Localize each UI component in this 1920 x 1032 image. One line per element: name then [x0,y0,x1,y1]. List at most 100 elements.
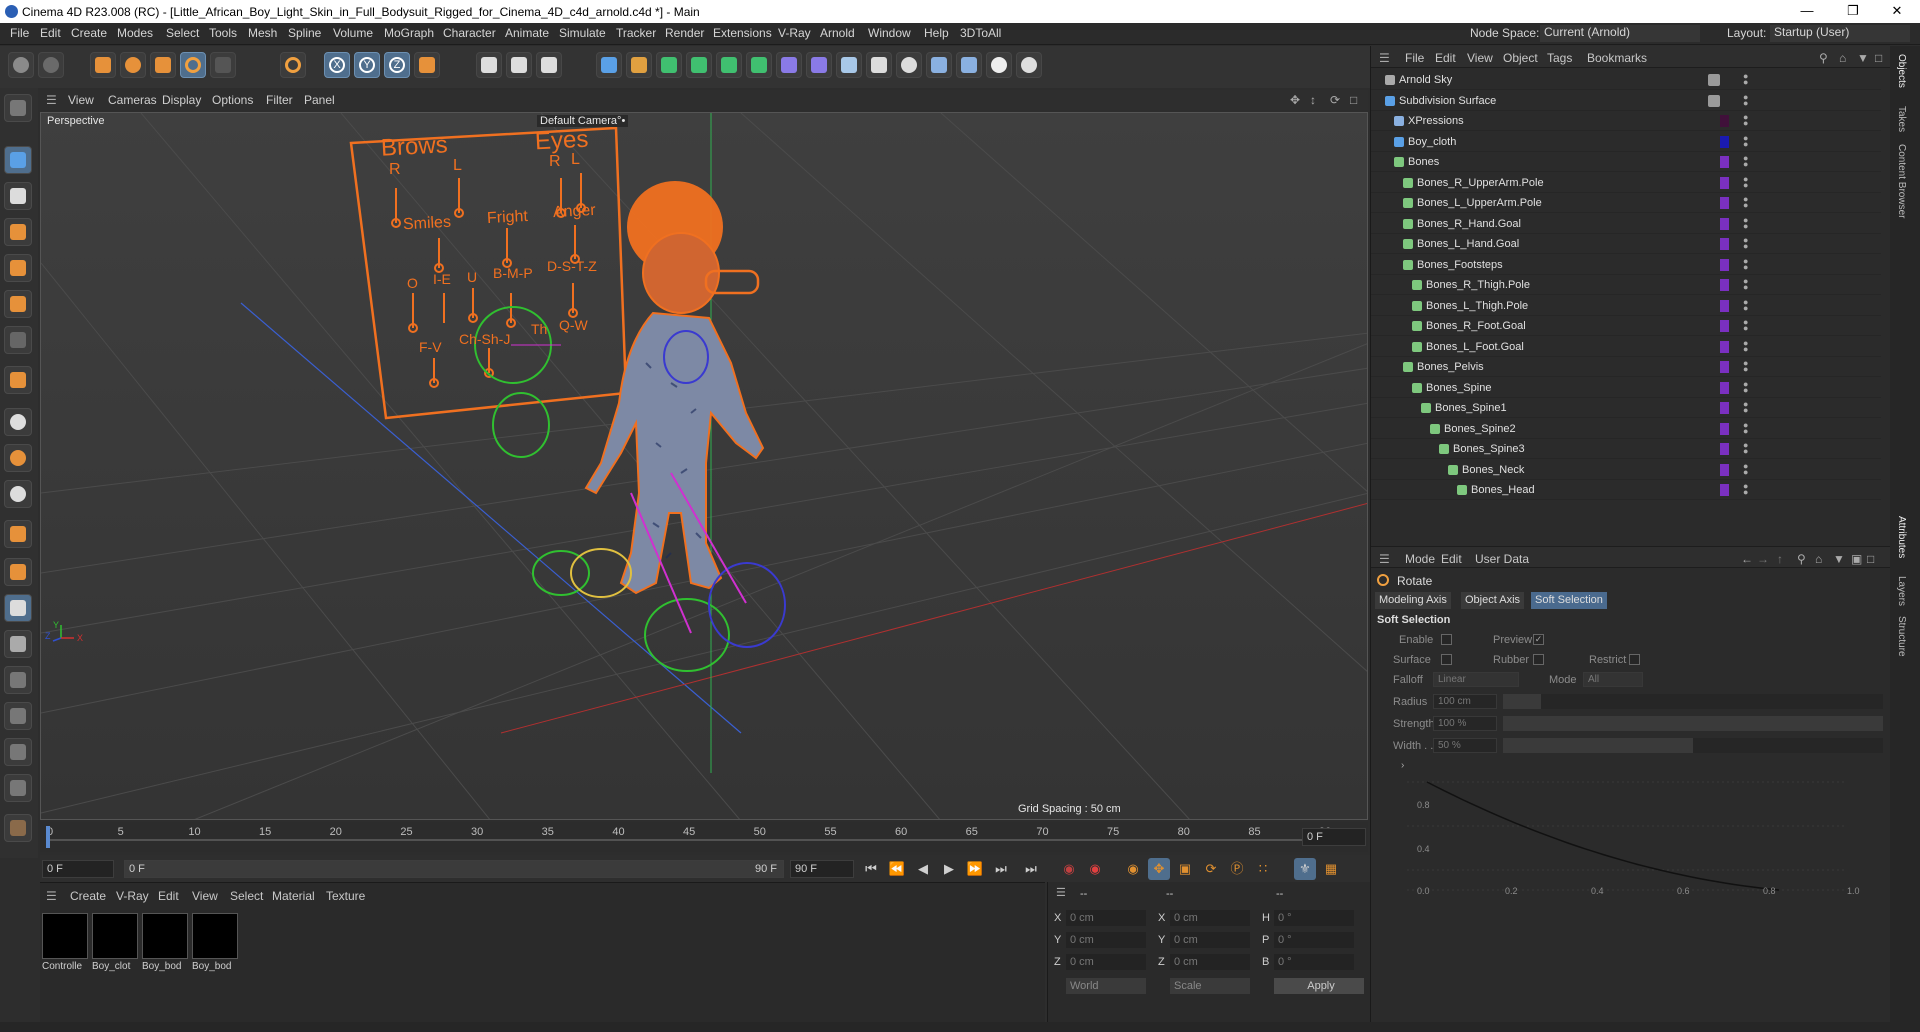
tab-soft-selection[interactable]: Soft Selection [1531,592,1607,609]
object-row[interactable]: Bones_L_UpperArm.Pole ● ● [1371,193,1881,213]
redo-button[interactable] [38,52,64,78]
visibility-dots-icon[interactable]: ● ● [1743,482,1748,497]
go-to-start-button[interactable]: ⏮ [860,858,882,880]
axis-mode-button[interactable] [4,366,32,394]
y-axis-lock-button[interactable]: Y [354,52,380,78]
viewport-rotate-icon[interactable]: ⟳ [1330,93,1340,107]
snap-settings-button[interactable] [4,444,32,472]
edit-toggle-icon[interactable] [1708,74,1720,86]
current-frame-field[interactable]: 0 F [1302,828,1366,846]
node-space-dropdown[interactable]: Current (Arnold) [1540,25,1700,42]
layer-color-swatch[interactable] [1720,381,1729,394]
rotation-key-button[interactable]: ⟳ [1200,858,1222,880]
layer-color-swatch[interactable] [1720,176,1729,189]
width-field[interactable]: 50 % [1433,738,1497,753]
material-menu-view[interactable]: View [192,889,218,903]
menu-animate[interactable]: Animate [505,26,549,40]
material-swatch[interactable] [92,913,138,959]
viewport-menu-icon[interactable]: ☰ [46,93,57,107]
filter-icon[interactable]: ▼ [1857,51,1869,65]
coord-rot-h-field[interactable]: 0 ° [1274,910,1354,926]
go-to-end-button[interactable]: ⏭ [1020,858,1042,880]
visibility-dots-icon[interactable]: ● ● [1743,133,1748,149]
object-row[interactable]: Bones_Neck ● ● [1371,460,1881,480]
menu-arnold[interactable]: Arnold [820,26,855,40]
visibility-dots-icon[interactable]: ● ● [1743,174,1748,190]
object-row[interactable]: Bones_R_UpperArm.Pole ● ● [1371,173,1881,193]
object-menu-object[interactable]: Object [1503,51,1538,65]
menu-volume[interactable]: Volume [333,26,373,40]
play-button[interactable]: ▶ [938,858,960,880]
object-row[interactable]: Bones_Head ● ● [1371,480,1881,500]
mograph-button[interactable] [746,52,772,78]
close-icon[interactable]: ✕ [1874,0,1920,23]
side-tab-structure[interactable]: Structure [1896,616,1907,657]
layer-color-swatch[interactable] [1720,135,1729,148]
viewport-maximize-icon[interactable]: □ [1350,93,1357,107]
parameter-key-button[interactable]: Ⓟ [1226,858,1248,880]
layer-color-swatch[interactable] [1720,422,1729,435]
material-swatch[interactable] [42,913,88,959]
viewport-menu-panel[interactable]: Panel [304,93,335,107]
points-mode-button[interactable] [4,218,32,246]
record-active-button[interactable]: ◉ [1058,858,1080,880]
object-menu-edit[interactable]: Edit [1435,51,1456,65]
layer-color-swatch[interactable] [1720,197,1729,209]
3d-viewport[interactable]: Perspective Default Camera°• Grid Spacin… [40,112,1368,820]
object-menu-file[interactable]: File [1405,51,1424,65]
object-row[interactable]: Bones_L_Foot.Goal ● ● [1371,337,1881,357]
cube-button[interactable] [596,52,622,78]
visibility-dots-icon[interactable]: ● ● [1743,113,1748,128]
start-frame-field[interactable]: 0 F [42,860,114,878]
object-menu-bookmarks[interactable]: Bookmarks [1587,51,1647,65]
object-row[interactable]: XPressions ● ● [1371,111,1881,131]
object-row[interactable]: Bones_L_Hand.Goal ● ● [1371,234,1881,254]
back-arrow-icon[interactable]: ← [1741,552,1753,566]
globe-button[interactable] [1016,52,1042,78]
side-tab-layers[interactable]: Layers [1896,576,1907,606]
rotate-button[interactable] [180,52,206,78]
deformer-button[interactable] [776,52,802,78]
falloff-curve-graph[interactable] [1407,770,1857,910]
lock-workplane-button[interactable] [4,630,32,658]
menu-create[interactable]: Create [71,26,107,40]
edit-toggle-icon[interactable] [1708,94,1720,107]
forward-arrow-icon[interactable]: → [1757,552,1769,566]
end-frame-field[interactable]: 90 F [790,860,854,878]
keyframe-selection-button[interactable]: ◉ [1122,858,1144,880]
side-tab-takes[interactable]: Takes [1896,106,1907,132]
tab-modeling-axis[interactable]: Modeling Axis [1375,592,1451,609]
menu-extensions[interactable]: Extensions [713,26,772,40]
menu-window[interactable]: Window [868,26,911,40]
object-row[interactable]: Bones_Spine ● ● [1371,378,1881,398]
menu-help[interactable]: Help [924,26,949,40]
object-row[interactable]: Bones_Spine1 ● ● [1371,398,1881,418]
x-axis-lock-button[interactable]: X [324,52,350,78]
cloner-button[interactable] [716,52,742,78]
timeline-button[interactable]: ▦ [1320,858,1342,880]
attribute-menu-mode[interactable]: Mode [1405,552,1435,566]
python2-button[interactable] [956,52,982,78]
render-picture-viewer-button[interactable] [506,52,532,78]
object-row[interactable]: Bones_R_Hand.Goal ● ● [1371,214,1881,234]
tweak-button[interactable] [4,774,32,802]
layer-color-swatch[interactable] [1720,258,1729,271]
pen-button[interactable] [626,52,652,78]
magnet-button[interactable] [4,520,32,548]
layer-color-swatch[interactable] [1720,443,1729,455]
visibility-dots-icon[interactable]: ● ● [1743,92,1748,108]
layer-color-swatch[interactable] [1720,95,1729,107]
render-view-button[interactable] [476,52,502,78]
attribute-menu-icon[interactable]: ☰ [1379,552,1390,566]
previous-key-button[interactable]: ⏪ [886,858,908,880]
object-row[interactable]: Boy_cloth ● ● [1371,132,1881,152]
material-menu-texture[interactable]: Texture [326,889,365,903]
attr-search-icon[interactable]: ⚲ [1797,552,1806,566]
object-row[interactable]: Bones_Footsteps ● ● [1371,255,1881,275]
visibility-dots-icon[interactable]: ● ● [1743,318,1748,333]
previous-frame-button[interactable]: ◀ [912,858,934,880]
model-mode-button[interactable] [4,146,32,174]
object-row[interactable]: Subdivision Surface ● ● [1371,91,1881,111]
layer-color-swatch[interactable] [1720,299,1729,312]
paint-button[interactable] [4,666,32,694]
